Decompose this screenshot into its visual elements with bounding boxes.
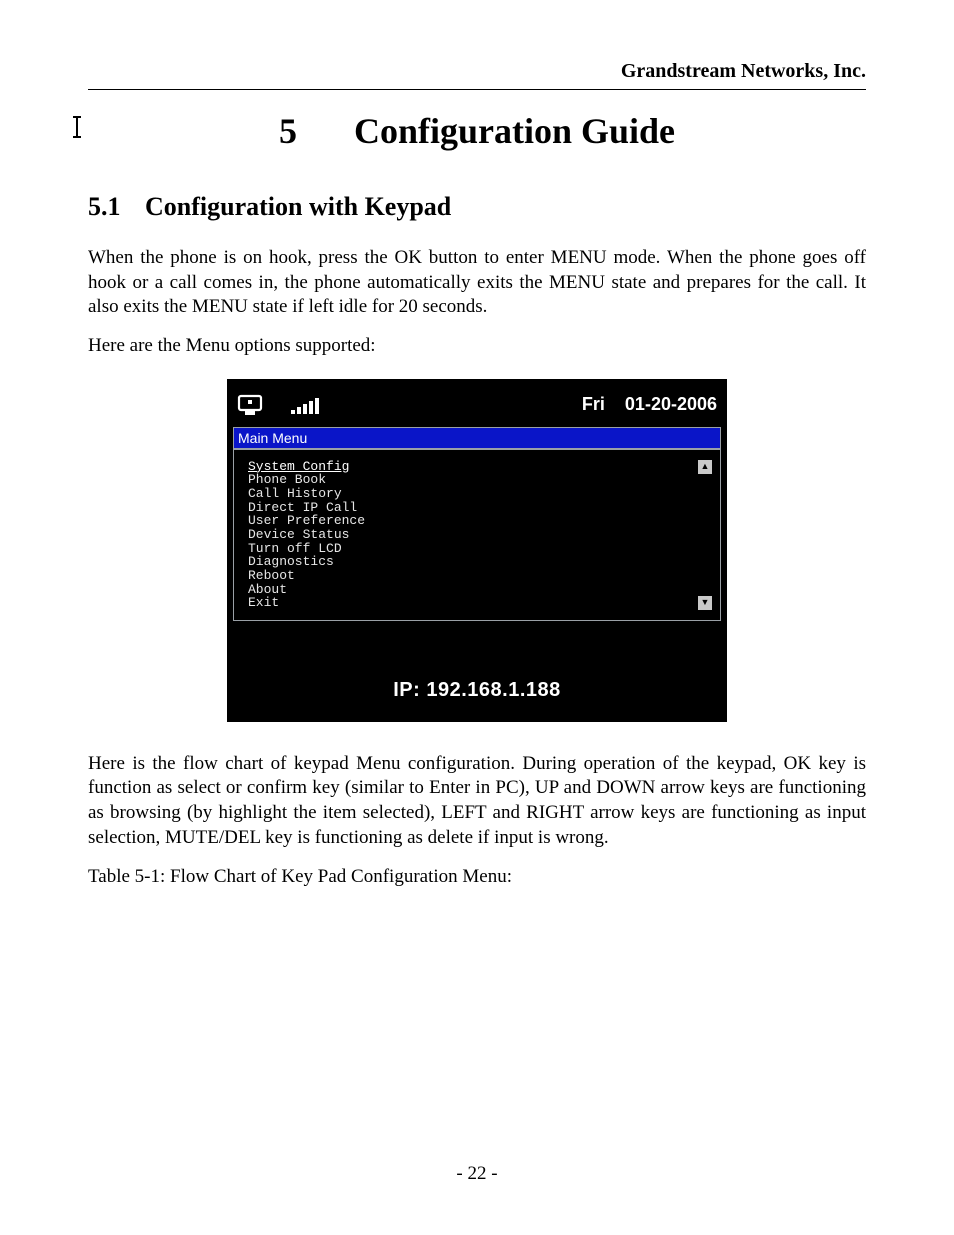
phone-lcd: Fri 01-20-2006 Main Menu System Config P… bbox=[227, 379, 727, 722]
menu-item-exit[interactable]: Exit bbox=[248, 596, 698, 610]
menu-item-call-history[interactable]: Call History bbox=[248, 487, 698, 501]
menu-item-about[interactable]: About bbox=[248, 583, 698, 597]
chapter-title-text: Configuration Guide bbox=[354, 111, 675, 151]
document-page: Grandstream Networks, Inc. 5 Configurati… bbox=[0, 0, 954, 1235]
scroll-down-icon[interactable]: ▼ bbox=[698, 596, 712, 610]
phone-icon bbox=[237, 393, 265, 417]
menu-item-direct-ip-call[interactable]: Direct IP Call bbox=[248, 501, 698, 515]
menu-item-system-config[interactable]: System Config bbox=[248, 460, 698, 474]
paragraph: Here are the Menu options supported: bbox=[88, 334, 866, 359]
menu-item-reboot[interactable]: Reboot bbox=[248, 569, 698, 583]
page-number: - 22 - bbox=[0, 1163, 954, 1185]
company-name: Grandstream Networks, Inc. bbox=[88, 60, 866, 83]
ip-address-label: IP: 192.168.1.188 bbox=[233, 669, 721, 716]
text-cursor-icon bbox=[76, 116, 78, 138]
menu-item-device-status[interactable]: Device Status bbox=[248, 528, 698, 542]
status-right: Fri 01-20-2006 bbox=[582, 394, 717, 415]
menu-item-list: System Config Phone Book Call History Di… bbox=[248, 460, 698, 610]
lcd-spacer bbox=[233, 621, 721, 669]
menu-item-phone-book[interactable]: Phone Book bbox=[248, 473, 698, 487]
table-caption: Table 5-1: Flow Chart of Key Pad Configu… bbox=[88, 865, 866, 890]
section-title-text: Configuration with Keypad bbox=[145, 192, 451, 221]
menu-item-turn-off-lcd[interactable]: Turn off LCD bbox=[248, 542, 698, 556]
menu-item-diagnostics[interactable]: Diagnostics bbox=[248, 555, 698, 569]
menu-item-user-preference[interactable]: User Preference bbox=[248, 514, 698, 528]
lcd-status-bar: Fri 01-20-2006 bbox=[233, 385, 721, 427]
scrollbar[interactable]: ▲ ▼ bbox=[698, 460, 712, 610]
status-date: 01-20-2006 bbox=[625, 394, 717, 415]
status-left bbox=[237, 393, 319, 417]
signal-icon bbox=[291, 396, 319, 414]
scroll-up-icon[interactable]: ▲ bbox=[698, 460, 712, 474]
header-rule bbox=[88, 89, 866, 90]
chapter-number: 5 bbox=[279, 110, 297, 152]
menu-list-box: System Config Phone Book Call History Di… bbox=[233, 449, 721, 621]
section-heading: 5.1 Configuration with Keypad bbox=[88, 192, 866, 222]
chapter-heading: 5 Configuration Guide bbox=[88, 110, 866, 152]
paragraph: When the phone is on hook, press the OK … bbox=[88, 246, 866, 320]
status-day: Fri bbox=[582, 394, 605, 415]
paragraph: Here is the flow chart of keypad Menu co… bbox=[88, 752, 866, 851]
menu-title-bar: Main Menu bbox=[233, 427, 721, 449]
section-number: 5.1 bbox=[88, 192, 121, 222]
lcd-screenshot: Fri 01-20-2006 Main Menu System Config P… bbox=[88, 379, 866, 722]
